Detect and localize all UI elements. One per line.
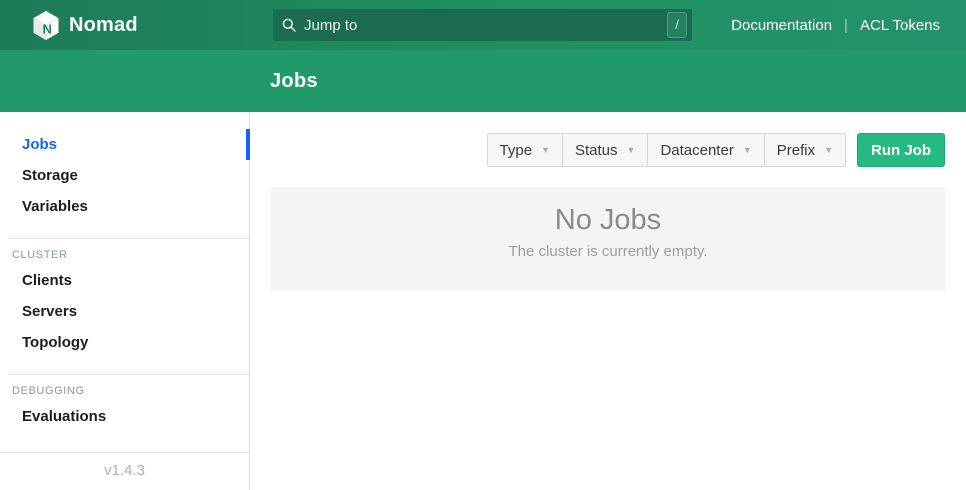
search-input[interactable]: [302, 16, 667, 35]
sidebar-item-storage[interactable]: Storage: [0, 160, 249, 191]
page-title: Jobs: [270, 70, 318, 93]
sidebar: Jobs Storage Variables CLUSTER Clients S…: [0, 112, 250, 490]
chevron-down-icon: ▼: [743, 146, 752, 155]
empty-state: No Jobs The cluster is currently empty.: [271, 187, 945, 291]
slash-shortcut-badge: /: [667, 12, 687, 38]
section-label-cluster: CLUSTER: [0, 239, 249, 265]
jump-to-search[interactable]: /: [273, 9, 692, 41]
filter-prefix-dropdown[interactable]: Prefix ▼: [764, 133, 846, 167]
search-icon: [282, 18, 296, 32]
version-footer: v1.4.3: [0, 452, 249, 490]
filter-label: Datacenter: [660, 142, 733, 159]
svg-text:N: N: [43, 22, 52, 37]
sidebar-item-label: Storage: [22, 167, 78, 184]
filter-status-dropdown[interactable]: Status ▼: [562, 133, 648, 167]
sidebar-item-label: Evaluations: [22, 408, 106, 425]
sidebar-item-label: Topology: [22, 334, 88, 351]
active-indicator: [246, 129, 250, 160]
sidebar-item-evaluations[interactable]: Evaluations: [0, 401, 249, 432]
page-header-band: Jobs: [0, 50, 966, 112]
sidebar-debugging-menu: Evaluations: [0, 401, 249, 432]
brand-name: Nomad: [69, 14, 138, 37]
filter-group: Type ▼ Status ▼ Datacenter ▼ Prefix ▼: [487, 133, 846, 167]
sidebar-item-label: Clients: [22, 272, 72, 289]
sidebar-item-label: Servers: [22, 303, 77, 320]
chevron-down-icon: ▼: [627, 146, 636, 155]
sidebar-item-label: Jobs: [22, 136, 57, 153]
acl-tokens-link[interactable]: ACL Tokens: [860, 17, 940, 34]
top-navbar: N Nomad / Documentation | ACL Tokens: [0, 0, 966, 50]
sidebar-item-clients[interactable]: Clients: [0, 265, 249, 296]
sidebar-item-servers[interactable]: Servers: [0, 296, 249, 327]
sidebar-item-label: Variables: [22, 198, 88, 215]
run-job-button[interactable]: Run Job: [857, 133, 945, 167]
empty-state-title: No Jobs: [271, 187, 945, 237]
filter-label: Type: [500, 142, 533, 159]
main-content: Type ▼ Status ▼ Datacenter ▼ Prefix ▼ Ru…: [250, 112, 966, 490]
filter-label: Prefix: [777, 142, 815, 159]
filter-type-dropdown[interactable]: Type ▼: [487, 133, 563, 167]
sidebar-item-topology[interactable]: Topology: [0, 327, 249, 358]
filter-label: Status: [575, 142, 618, 159]
sidebar-cluster-menu: Clients Servers Topology: [0, 265, 249, 358]
navbar-links: Documentation | ACL Tokens: [731, 0, 940, 50]
sidebar-item-jobs[interactable]: Jobs: [0, 129, 249, 160]
chevron-down-icon: ▼: [541, 146, 550, 155]
section-label-debugging: DEBUGGING: [0, 375, 249, 401]
nomad-logo-icon: N: [32, 10, 60, 40]
brand-link[interactable]: N Nomad: [32, 10, 138, 40]
jobs-toolbar: Type ▼ Status ▼ Datacenter ▼ Prefix ▼ Ru…: [271, 133, 945, 167]
empty-state-message: The cluster is currently empty.: [271, 243, 945, 260]
nav-links-separator: |: [844, 17, 848, 34]
layout: Jobs Storage Variables CLUSTER Clients S…: [0, 112, 966, 490]
filter-datacenter-dropdown[interactable]: Datacenter ▼: [647, 133, 764, 167]
sidebar-item-variables[interactable]: Variables: [0, 191, 249, 222]
sidebar-primary-menu: Jobs Storage Variables: [0, 129, 249, 222]
documentation-link[interactable]: Documentation: [731, 17, 832, 34]
chevron-down-icon: ▼: [824, 146, 833, 155]
